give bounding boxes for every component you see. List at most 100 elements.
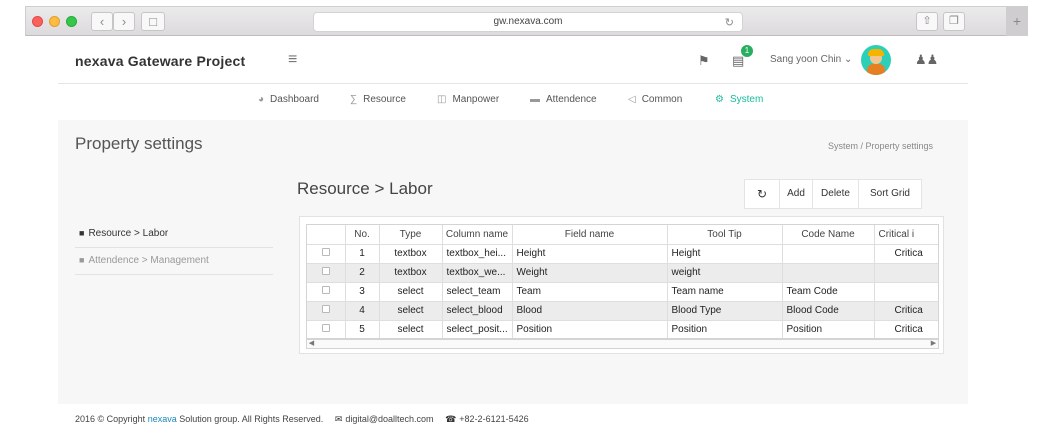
sidebar-item-label: Resource > Labor: [88, 228, 169, 239]
row-checkbox[interactable]: [307, 320, 346, 338]
table-row[interactable]: 2 textbox textbox_we... Weight weight: [307, 263, 938, 283]
column-header[interactable]: Critical i: [874, 225, 938, 245]
nav-resource[interactable]: ∑ Resource: [350, 94, 406, 105]
column-header[interactable]: Code Name: [782, 225, 875, 245]
table-row[interactable]: 3 select select_team Team Team name Team…: [307, 282, 938, 302]
common-icon: ◁: [628, 94, 636, 105]
browser-toolbar: ‹ › □ gw.nexava.com ↻ ⇧ ❐ +: [25, 6, 1028, 36]
checkbox-icon: [321, 286, 330, 294]
cell-type: select: [379, 301, 443, 321]
copyright-text: 2016 © Copyright nexava Solution group. …: [75, 414, 323, 424]
row-checkbox[interactable]: [307, 301, 346, 321]
cell-type: select: [379, 282, 443, 302]
page-title: Property settings: [75, 134, 203, 153]
cell-field-name: Position: [512, 320, 668, 338]
table-row[interactable]: 4 select select_blood Blood Blood Type B…: [307, 301, 938, 321]
delete-button[interactable]: Delete: [813, 179, 859, 209]
table-row[interactable]: 5 select select_posit... Position Positi…: [307, 320, 938, 338]
row-checkbox[interactable]: [307, 263, 346, 283]
resource-icon: ∑: [350, 94, 358, 105]
add-button[interactable]: Add: [780, 179, 813, 209]
nav-label: Attendence: [546, 94, 597, 105]
envelope-icon: ✉: [334, 414, 343, 424]
cell-tooltip: Position: [667, 320, 783, 338]
window-controls: [32, 16, 77, 27]
cell-code-name: Team Code: [782, 282, 875, 302]
close-window-icon[interactable]: [32, 16, 43, 27]
avatar-body-shape: [867, 64, 885, 75]
grid-toolbar: ↻ Add Delete Sort Grid: [744, 179, 922, 209]
cell-field-name: Blood: [512, 301, 668, 321]
folder-icon: ■: [79, 255, 85, 265]
column-header[interactable]: Tool Tip: [667, 225, 783, 245]
table-header-row: No. Type Column name Field name Tool Tip…: [307, 225, 938, 245]
nav-attendence[interactable]: ▬ Attendence: [530, 94, 597, 105]
nav-dashboard[interactable]: ◕ Dashboard: [258, 94, 319, 105]
manpower-icon: ◫: [437, 94, 447, 105]
menu-toggle-icon[interactable]: ≡: [288, 51, 297, 69]
cell-code-name: [782, 244, 875, 264]
sort-grid-button[interactable]: Sort Grid: [859, 179, 922, 209]
checkbox-icon: [321, 267, 330, 275]
column-header[interactable]: No.: [345, 225, 380, 245]
horizontal-scrollbar[interactable]: ◀ ▶: [306, 339, 939, 349]
column-header[interactable]: Column name: [442, 225, 513, 245]
checkbox-icon: [321, 305, 330, 313]
refresh-button[interactable]: ↻: [744, 179, 780, 209]
main-nav: ◕ Dashboard ∑ Resource ◫ Manpower ▬ Attenden…: [0, 94, 1042, 110]
folder-icon: ■: [79, 228, 85, 238]
flag-icon[interactable]: ⚑: [698, 53, 710, 69]
back-button[interactable]: ‹: [91, 12, 113, 31]
settings-sidebar: ■ Resource > Labor ■ Attendence > Manageme…: [75, 221, 273, 275]
forward-button[interactable]: ›: [113, 12, 135, 31]
select-column-header: [307, 225, 346, 245]
cell-type: textbox: [379, 244, 443, 264]
nav-common[interactable]: ◁ Common: [628, 94, 682, 105]
cell-critical: [874, 263, 938, 283]
property-grid: No. Type Column name Field name Tool Tip…: [306, 224, 939, 339]
cell-no: 5: [345, 320, 380, 338]
cell-field-name: Height: [512, 244, 668, 264]
nav-label: Dashboard: [270, 94, 319, 105]
row-checkbox[interactable]: [307, 244, 346, 264]
share-icon[interactable]: ⇧: [916, 12, 938, 31]
maximize-window-icon[interactable]: [66, 16, 77, 27]
copyright-prefix: 2016 © Copyright: [75, 414, 148, 424]
table-row[interactable]: 1 textbox textbox_hei... Height Height C…: [307, 244, 938, 264]
nav-system[interactable]: ⚙ System: [715, 94, 763, 105]
phone-icon: ☎: [445, 414, 457, 424]
cell-code-name: Position: [782, 320, 875, 338]
cell-no: 1: [345, 244, 380, 264]
minimize-window-icon[interactable]: [49, 16, 60, 27]
user-menu[interactable]: Sang yoon Chin ⌄: [770, 54, 852, 65]
brand-title[interactable]: nexava Gateware Project: [75, 53, 245, 69]
users-icon[interactable]: ♟♟: [915, 52, 938, 68]
cell-tooltip: Blood Type: [667, 301, 783, 321]
reload-icon[interactable]: ↻: [725, 14, 734, 32]
notification-badge: 1: [741, 45, 753, 57]
copyright-brand: nexava: [147, 414, 177, 424]
grid-title: Resource > Labor: [297, 179, 433, 198]
scroll-left-icon[interactable]: ◀: [307, 339, 316, 349]
new-tab-button[interactable]: +: [1006, 7, 1028, 36]
nav-manpower[interactable]: ◫ Manpower: [437, 94, 499, 105]
cell-column-name: textbox_hei...: [442, 244, 513, 264]
cell-tooltip: Team name: [667, 282, 783, 302]
tabs-icon[interactable]: ❐: [943, 12, 965, 31]
column-header[interactable]: Type: [379, 225, 443, 245]
column-header[interactable]: Field name: [512, 225, 668, 245]
avatar[interactable]: [861, 45, 891, 75]
row-checkbox[interactable]: [307, 282, 346, 302]
sidebar-item-attendence-management[interactable]: ■ Attendence > Management: [75, 248, 273, 275]
cell-critical: Critica: [874, 244, 938, 264]
sidebar-toggle-icon[interactable]: □: [141, 12, 165, 31]
footer-email[interactable]: digital@doalltech.com: [345, 414, 433, 424]
cell-code-name: [782, 263, 875, 283]
grid-panel: No. Type Column name Field name Tool Tip…: [299, 216, 944, 354]
footer-phone: +82-2-6121-5426: [459, 414, 529, 424]
address-bar[interactable]: gw.nexava.com ↻: [313, 12, 743, 32]
scroll-right-icon[interactable]: ▶: [929, 339, 938, 349]
avatar-hat-shape: [868, 49, 884, 56]
sidebar-item-resource-labor[interactable]: ■ Resource > Labor: [75, 221, 273, 248]
nav-label: Common: [641, 94, 683, 105]
